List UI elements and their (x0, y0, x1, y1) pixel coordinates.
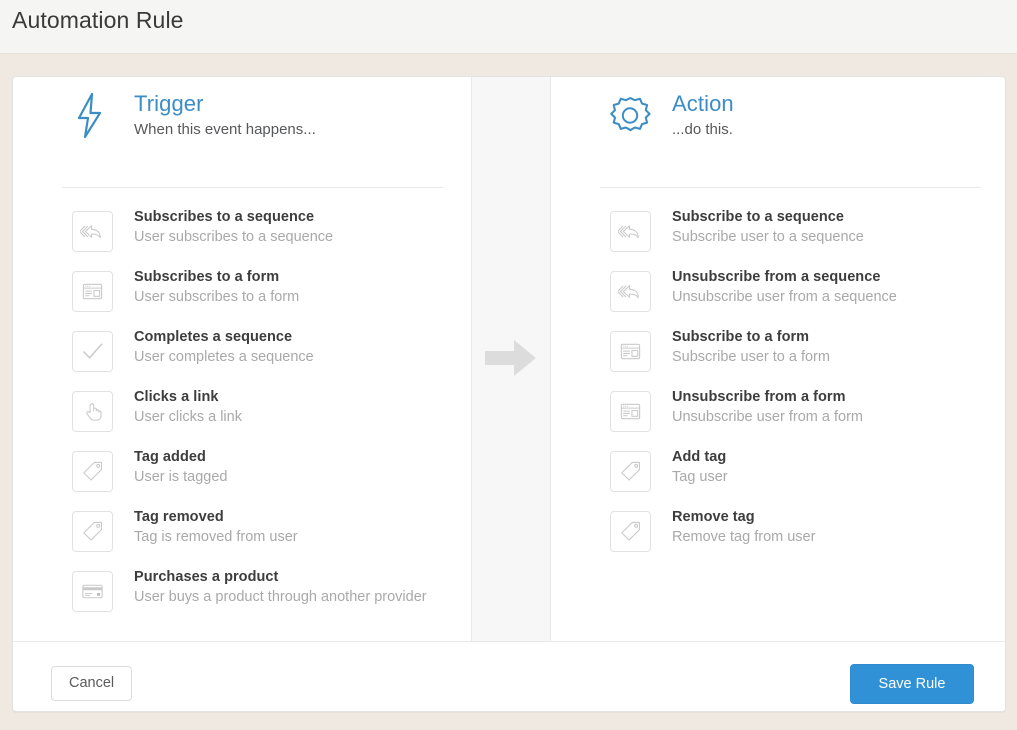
option-subtitle: User subscribes to a form (134, 288, 434, 307)
action-option-text: Add tag Tag user (672, 447, 972, 487)
trigger-option-completes-a-sequence[interactable]: Completes a sequence User completes a se… (13, 331, 471, 391)
card-body: Trigger When this event happens... (13, 77, 1005, 641)
sequence-arrow-icon (610, 211, 651, 252)
action-option-list: Subscribe to a sequence Subscribe user t… (551, 211, 1006, 571)
action-option-text: Subscribe to a form Subscribe user to a … (672, 327, 972, 367)
trigger-panel-header: Trigger When this event happens... (13, 77, 471, 185)
option-subtitle: Unsubscribe user from a form (672, 408, 972, 427)
trigger-panel-heading-text: Trigger When this event happens... (134, 90, 316, 141)
trigger-option-text: Tag added User is tagged (134, 447, 434, 487)
trigger-option-text: Tag removed Tag is removed from user (134, 507, 434, 547)
action-option-subscribe-to-a-sequence[interactable]: Subscribe to a sequence Subscribe user t… (551, 211, 1006, 271)
form-window-icon (72, 271, 113, 312)
option-title: Subscribes to a sequence (134, 207, 434, 228)
option-subtitle: Subscribe user to a sequence (672, 228, 972, 247)
automation-rule-card: Trigger When this event happens... (12, 76, 1006, 712)
trigger-option-subscribes-to-a-form[interactable]: Subscribes to a form User subscribes to … (13, 271, 471, 331)
trigger-option-subscribes-to-a-sequence[interactable]: Subscribes to a sequence User subscribes… (13, 211, 471, 271)
option-subtitle: User completes a sequence (134, 348, 434, 367)
trigger-option-text: Purchases a product User buys a product … (134, 567, 434, 607)
option-subtitle: User is tagged (134, 468, 434, 487)
tag-icon (610, 511, 651, 552)
arrow-right-icon (483, 336, 539, 380)
action-option-unsubscribe-from-a-sequence[interactable]: Unsubscribe from a sequence Unsubscribe … (551, 271, 1006, 331)
option-title: Add tag (672, 447, 972, 468)
save-rule-button[interactable]: Save Rule (850, 664, 974, 704)
option-title: Unsubscribe from a sequence (672, 267, 972, 288)
option-title: Subscribe to a form (672, 327, 972, 348)
trigger-option-purchases-a-product[interactable]: Purchases a product User buys a product … (13, 571, 471, 631)
option-title: Clicks a link (134, 387, 434, 408)
tag-icon (72, 451, 113, 492)
action-option-text: Unsubscribe from a sequence Unsubscribe … (672, 267, 972, 307)
lightning-bolt-icon (62, 88, 116, 142)
trigger-title: Trigger (134, 90, 316, 117)
action-option-add-tag[interactable]: Add tag Tag user (551, 451, 1006, 511)
form-window-icon (610, 331, 651, 372)
action-title: Action (672, 90, 734, 117)
trigger-option-list: Subscribes to a sequence User subscribes… (13, 211, 471, 631)
option-subtitle: User buys a product through another prov… (134, 588, 434, 607)
option-subtitle: Subscribe user to a form (672, 348, 972, 367)
option-subtitle: Tag is removed from user (134, 528, 434, 547)
option-subtitle: Unsubscribe user from a sequence (672, 288, 972, 307)
credit-card-icon (72, 571, 113, 612)
trigger-option-tag-added[interactable]: Tag added User is tagged (13, 451, 471, 511)
tag-icon (610, 451, 651, 492)
trigger-option-text: Completes a sequence User completes a se… (134, 327, 434, 367)
sequence-arrow-icon (610, 271, 651, 312)
option-subtitle: User clicks a link (134, 408, 434, 427)
option-title: Subscribe to a sequence (672, 207, 972, 228)
option-subtitle: User subscribes to a sequence (134, 228, 434, 247)
action-panel-heading-text: Action ...do this. (672, 90, 734, 141)
trigger-option-tag-removed[interactable]: Tag removed Tag is removed from user (13, 511, 471, 571)
action-option-text: Remove tag Remove tag from user (672, 507, 972, 547)
option-title: Tag removed (134, 507, 434, 528)
trigger-subtitle: When this event happens... (134, 119, 316, 141)
checkmark-icon (72, 331, 113, 372)
form-window-icon (610, 391, 651, 432)
pointing-hand-icon (72, 391, 113, 432)
action-subtitle: ...do this. (672, 119, 734, 141)
option-subtitle: Remove tag from user (672, 528, 972, 547)
action-panel-header: Action ...do this. (551, 77, 1006, 185)
action-divider-rule (600, 187, 981, 188)
page-title: Automation Rule (12, 7, 184, 34)
trigger-panel: Trigger When this event happens... (13, 77, 471, 641)
action-option-text: Unsubscribe from a form Unsubscribe user… (672, 387, 972, 427)
trigger-option-text: Subscribes to a sequence User subscribes… (134, 207, 434, 247)
gear-icon (600, 86, 654, 140)
top-header-bar: Automation Rule (0, 0, 1017, 54)
panel-divider (471, 77, 551, 641)
cancel-button[interactable]: Cancel (51, 666, 132, 701)
trigger-option-text: Subscribes to a form User subscribes to … (134, 267, 434, 307)
trigger-option-clicks-a-link[interactable]: Clicks a link User clicks a link (13, 391, 471, 451)
option-title: Purchases a product (134, 567, 434, 588)
option-title: Completes a sequence (134, 327, 434, 348)
sequence-arrow-icon (72, 211, 113, 252)
action-option-unsubscribe-from-a-form[interactable]: Unsubscribe from a form Unsubscribe user… (551, 391, 1006, 451)
tag-icon (72, 511, 113, 552)
action-panel: Action ...do this. Subscribe to a (551, 77, 1006, 641)
card-footer: Cancel Save Rule (13, 641, 1006, 711)
option-title: Tag added (134, 447, 434, 468)
action-option-remove-tag[interactable]: Remove tag Remove tag from user (551, 511, 1006, 571)
trigger-divider-rule (62, 187, 443, 188)
option-title: Remove tag (672, 507, 972, 528)
option-title: Unsubscribe from a form (672, 387, 972, 408)
action-option-text: Subscribe to a sequence Subscribe user t… (672, 207, 972, 247)
action-option-subscribe-to-a-form[interactable]: Subscribe to a form Subscribe user to a … (551, 331, 1006, 391)
option-title: Subscribes to a form (134, 267, 434, 288)
trigger-option-text: Clicks a link User clicks a link (134, 387, 434, 427)
option-subtitle: Tag user (672, 468, 972, 487)
